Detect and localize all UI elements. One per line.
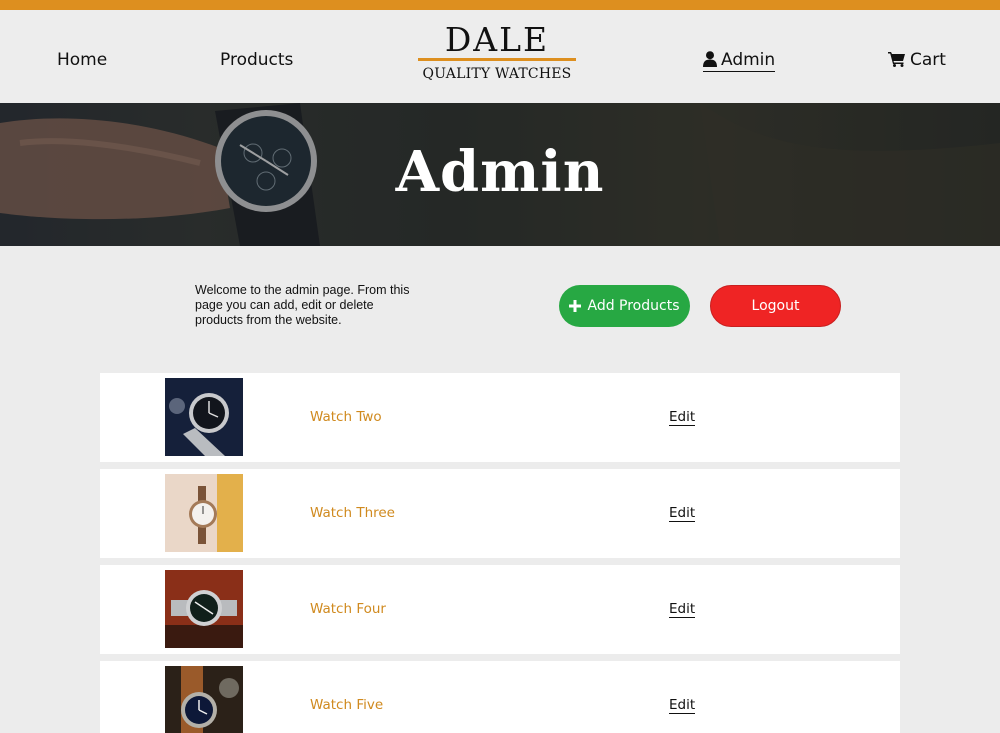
nav-products-link[interactable]: Products (220, 50, 293, 70)
logo-tagline: QUALITY WATCHES (422, 66, 572, 82)
user-icon (703, 51, 717, 67)
product-thumbnail (165, 378, 243, 456)
add-products-button[interactable]: Add Products (559, 285, 690, 327)
plus-icon (569, 300, 582, 312)
product-name-link[interactable]: Watch Five (310, 697, 383, 713)
nav-cart-link[interactable]: Cart (888, 50, 946, 70)
product-name-link[interactable]: Watch Four (310, 601, 386, 617)
site-logo[interactable]: DALE QUALITY WATCHES (418, 22, 576, 82)
nav-home-link[interactable]: Home (57, 50, 107, 70)
add-products-label: Add Products (587, 298, 680, 314)
admin-intro-text: Welcome to the admin page. From this pag… (195, 283, 410, 327)
edit-product-link[interactable]: Edit (669, 697, 696, 714)
product-row: Watch Five Edit (100, 661, 900, 733)
product-row: Watch Two Edit (100, 373, 900, 462)
page-title: Admin (395, 139, 605, 205)
product-row: Watch Four Edit (100, 565, 900, 654)
edit-product-link[interactable]: Edit (669, 409, 696, 426)
nav-admin-label: Admin (721, 50, 776, 70)
product-row: Watch Three Edit (100, 469, 900, 558)
nav-cart-label: Cart (910, 50, 946, 70)
nav-admin-link[interactable]: Admin (703, 50, 776, 72)
product-thumbnail (165, 666, 243, 733)
product-thumbnail (165, 474, 243, 552)
logout-button[interactable]: Logout (710, 285, 841, 327)
logo-name: DALE (444, 20, 550, 59)
accent-strip (0, 0, 1000, 10)
navbar: Home Products DALE QUALITY WATCHES Admin… (0, 10, 1000, 103)
product-name-link[interactable]: Watch Two (310, 409, 382, 425)
edit-product-link[interactable]: Edit (669, 601, 696, 618)
cart-icon (888, 52, 905, 67)
product-thumbnail (165, 570, 243, 648)
logout-label: Logout (751, 298, 800, 314)
edit-product-link[interactable]: Edit (669, 505, 696, 522)
hero-banner: Admin (0, 103, 1000, 246)
product-name-link[interactable]: Watch Three (310, 505, 395, 521)
